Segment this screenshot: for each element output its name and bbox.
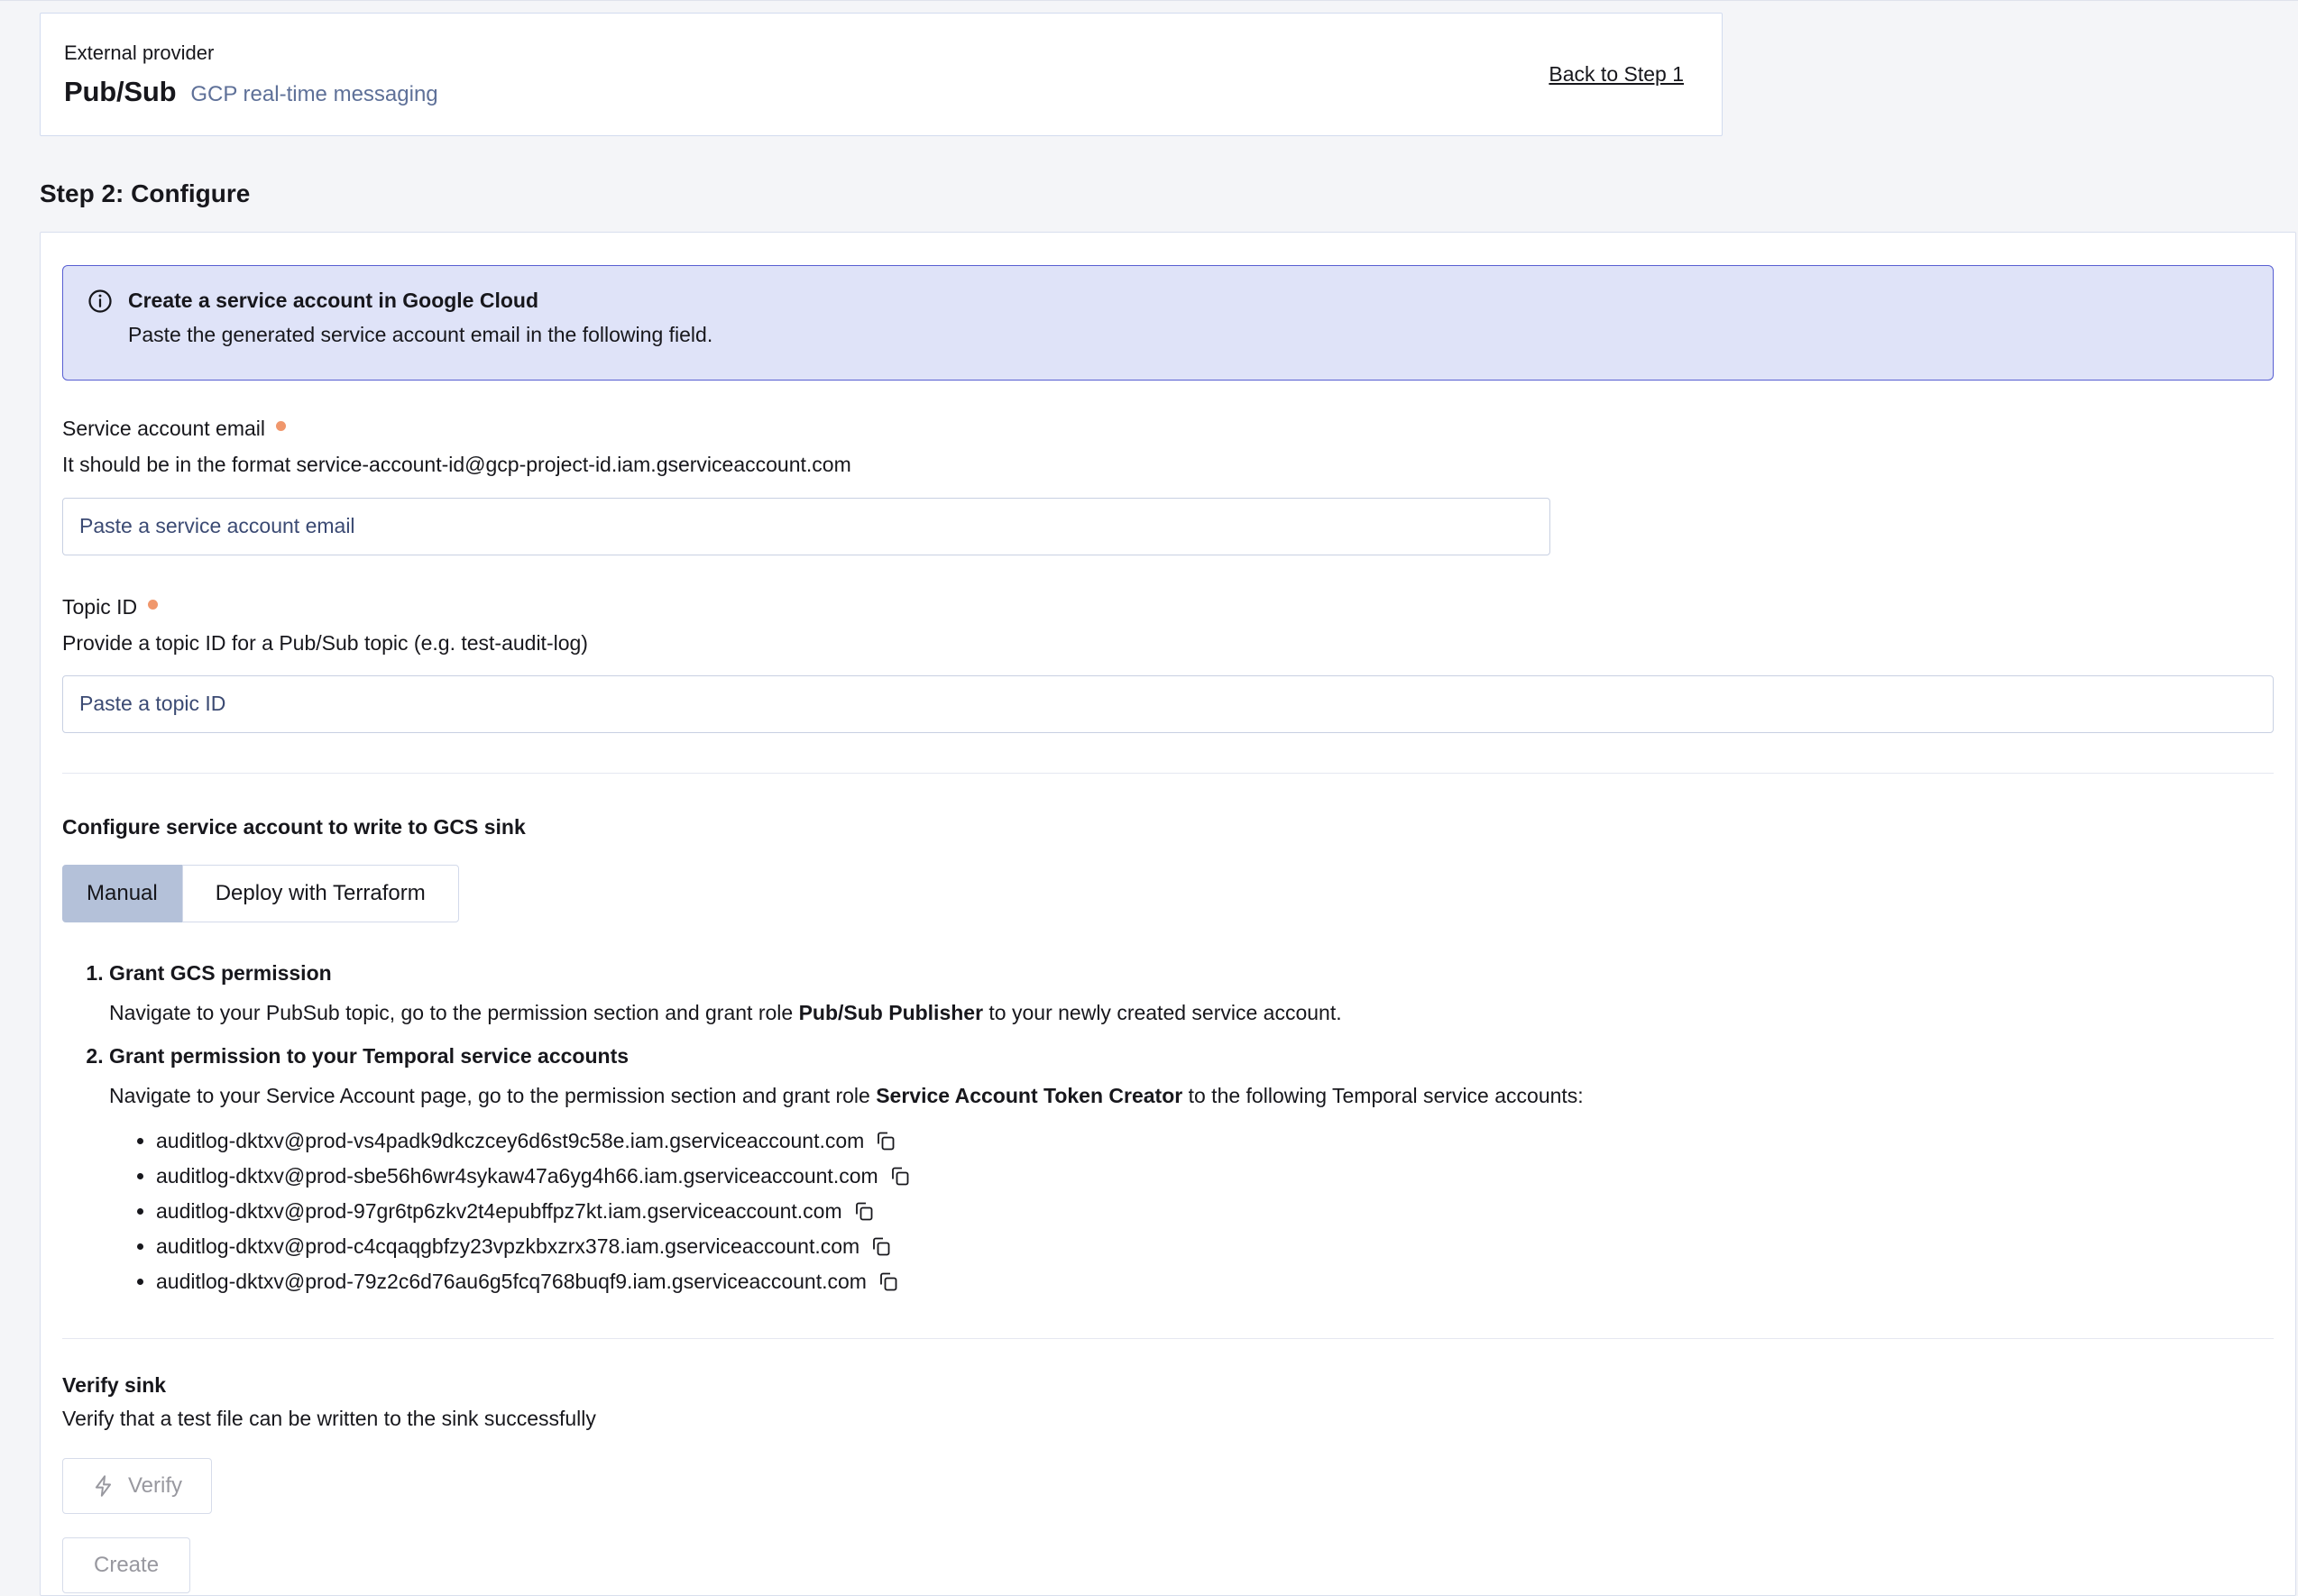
service-account-email-text: auditlog-dktxv@prod-vs4padk9dkczcey6d6st… xyxy=(156,1129,864,1152)
copy-icon-button[interactable] xyxy=(870,1235,892,1260)
configure-form-card: Create a service account in Google Cloud… xyxy=(40,232,2296,1596)
create-button-label: Create xyxy=(94,1553,159,1578)
step-item-grant-temporal-permission: Grant permission to your Temporal servic… xyxy=(109,1041,2274,1298)
provider-title: Pub/Sub xyxy=(64,76,176,108)
copy-icon-button[interactable] xyxy=(889,1165,911,1189)
copy-icon-button[interactable] xyxy=(878,1270,899,1295)
required-indicator-dot xyxy=(276,421,286,431)
verify-sink-hint: Verify that a test file can be written t… xyxy=(62,1407,2274,1431)
alert-title: Create a service account in Google Cloud xyxy=(128,286,712,315)
provider-card: External provider Pub/Sub GCP real-time … xyxy=(40,13,1723,136)
tab-manual[interactable]: Manual xyxy=(62,865,182,922)
required-indicator-dot xyxy=(148,600,158,610)
configure-section-heading: Configure service account to write to GC… xyxy=(62,815,2274,839)
page-title: Step 2: Configure xyxy=(40,179,2298,208)
deploy-method-tabs: Manual Deploy with Terraform xyxy=(62,865,459,922)
step-body: Navigate to your PubSub topic, go to the… xyxy=(109,998,2274,1027)
section-divider xyxy=(62,773,2274,774)
temporal-service-accounts-list: auditlog-dktxv@prod-vs4padk9dkczcey6d6st… xyxy=(109,1124,2274,1298)
service-account-item: auditlog-dktxv@prod-vs4padk9dkczcey6d6st… xyxy=(156,1124,2274,1158)
service-account-item: auditlog-dktxv@prod-97gr6tp6zkv2t4epubff… xyxy=(156,1194,2274,1228)
provider-card-left: External provider Pub/Sub GCP real-time … xyxy=(64,41,438,108)
service-account-email-text: auditlog-dktxv@prod-c4cqaqgbfzy23vpzkbxz… xyxy=(156,1234,859,1258)
alert-body: Paste the generated service account emai… xyxy=(128,320,712,349)
service-account-email-text: auditlog-dktxv@prod-79z2c6d76au6g5fcq768… xyxy=(156,1270,867,1293)
create-button[interactable]: Create xyxy=(62,1537,190,1593)
copy-icon xyxy=(875,1130,896,1151)
copy-icon xyxy=(878,1270,899,1292)
topic-id-hint: Provide a topic ID for a Pub/Sub topic (… xyxy=(62,628,2274,657)
verify-sink-heading: Verify sink xyxy=(62,1373,2274,1398)
step-title: Grant GCS permission xyxy=(109,959,2274,987)
lightning-icon xyxy=(92,1474,115,1498)
service-account-email-text: auditlog-dktxv@prod-97gr6tp6zkv2t4epubff… xyxy=(156,1199,842,1223)
topic-id-label: Topic ID xyxy=(62,595,137,619)
service-account-email-input[interactable] xyxy=(62,498,1550,555)
copy-icon xyxy=(853,1200,875,1222)
info-alert: Create a service account in Google Cloud… xyxy=(62,265,2274,381)
provider-subtitle: GCP real-time messaging xyxy=(190,82,437,107)
manual-steps-list: Grant GCS permission Navigate to your Pu… xyxy=(62,959,2274,1298)
step-title: Grant permission to your Temporal servic… xyxy=(109,1041,2274,1070)
step-item-grant-gcs-permission: Grant GCS permission Navigate to your Pu… xyxy=(109,959,2274,1027)
section-divider xyxy=(62,1338,2274,1339)
info-circle-icon xyxy=(87,288,114,349)
provider-eyebrow: External provider xyxy=(64,41,438,65)
verify-button-label: Verify xyxy=(128,1473,182,1499)
verify-button[interactable]: Verify xyxy=(62,1458,212,1514)
copy-icon-button[interactable] xyxy=(853,1200,875,1225)
service-account-email-text: auditlog-dktxv@prod-sbe56h6wr4sykaw47a6y… xyxy=(156,1164,878,1188)
copy-icon xyxy=(870,1235,892,1257)
service-account-item: auditlog-dktxv@prod-sbe56h6wr4sykaw47a6y… xyxy=(156,1159,2274,1193)
topic-id-input[interactable] xyxy=(62,675,2274,733)
service-account-email-hint: It should be in the format service-accou… xyxy=(62,450,2274,479)
service-account-item: auditlog-dktxv@prod-c4cqaqgbfzy23vpzkbxz… xyxy=(156,1229,2274,1263)
tab-deploy-with-terraform[interactable]: Deploy with Terraform xyxy=(182,865,459,922)
step-body: Navigate to your Service Account page, g… xyxy=(109,1081,2274,1110)
copy-icon-button[interactable] xyxy=(875,1130,896,1154)
copy-icon xyxy=(889,1165,911,1187)
service-account-email-label: Service account email xyxy=(62,417,265,441)
service-account-item: auditlog-dktxv@prod-79z2c6d76au6g5fcq768… xyxy=(156,1264,2274,1298)
back-to-step-1-link[interactable]: Back to Step 1 xyxy=(1549,62,1684,87)
